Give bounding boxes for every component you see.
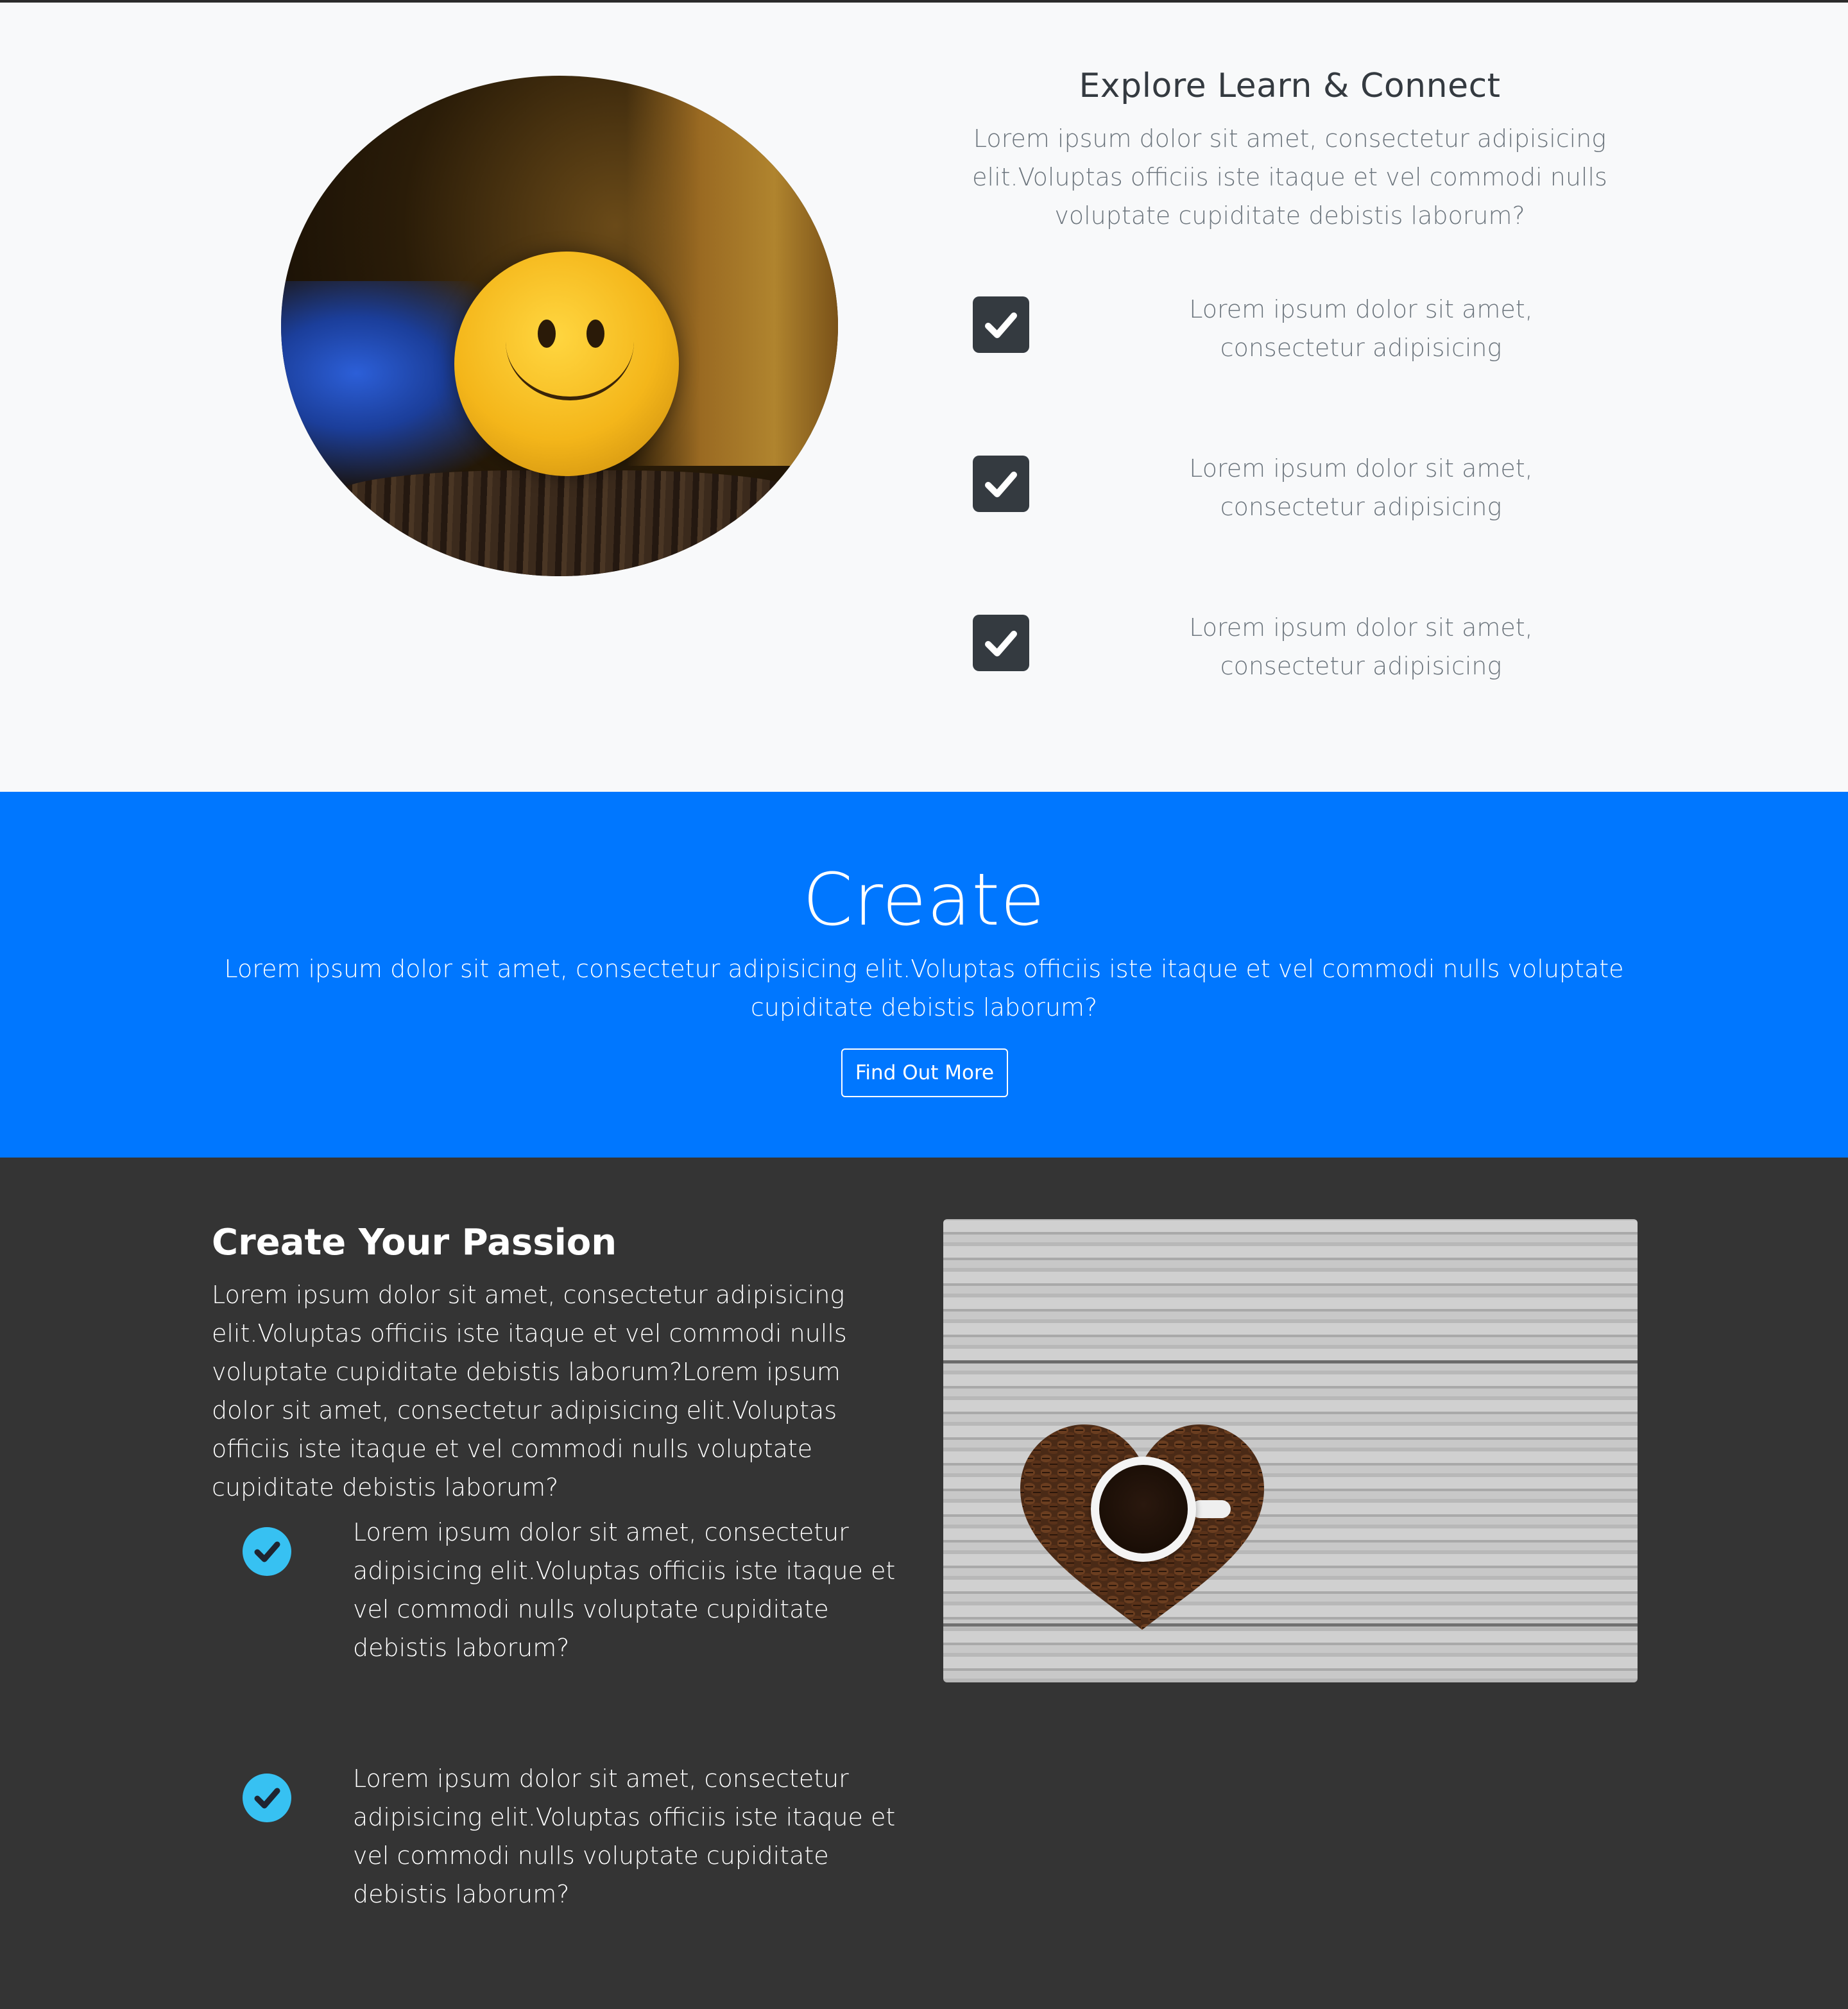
passion-item-text: Lorem ipsum dolor sit amet, consectetur … [353, 1518, 896, 1662]
coffee-heart-image [943, 1219, 1638, 1682]
explore-list-item: Lorem ipsum dolor sit amet, consectetur … [973, 454, 1640, 533]
explore-description: Lorem ipsum dolor sit amet, consectetur … [972, 124, 1607, 230]
create-title: Create [802, 859, 1046, 942]
find-out-more-button[interactable]: Find Out More [841, 1048, 1008, 1097]
create-section: Create Lorem ipsum dolor sit amet, conse… [0, 792, 1848, 1158]
explore-item-text: Lorem ipsum dolor sit amet, consectetur … [1189, 454, 1533, 521]
explore-list-item: Lorem ipsum dolor sit amet, consectetur … [973, 295, 1640, 373]
passion-title: Create Your Passion [212, 1222, 617, 1263]
passion-section: Create Your Passion Lorem ipsum dolor si… [0, 1158, 1848, 2009]
check-square-icon [973, 615, 1029, 671]
check-square-icon [973, 456, 1029, 512]
passion-description: Lorem ipsum dolor sit amet, consectetur … [212, 1281, 847, 1501]
explore-item-text: Lorem ipsum dolor sit amet, consectetur … [1189, 295, 1533, 362]
smiley-ball-image [281, 76, 838, 576]
passion-list-item: Lorem ipsum dolor sit amet, consectetur … [243, 1518, 910, 1694]
explore-section: Explore Learn & Connect Lorem ipsum dolo… [0, 0, 1848, 792]
passion-list-item: Lorem ipsum dolor sit amet, consectetur … [243, 1765, 910, 1940]
check-circle-icon [243, 1774, 291, 1822]
passion-item-text: Lorem ipsum dolor sit amet, consectetur … [353, 1765, 896, 1908]
create-description: Lorem ipsum dolor sit amet, consectetur … [224, 955, 1624, 1022]
check-circle-icon [243, 1527, 291, 1576]
explore-item-text: Lorem ipsum dolor sit amet, consectetur … [1189, 613, 1533, 680]
explore-list-item: Lorem ipsum dolor sit amet, consectetur … [973, 613, 1640, 692]
explore-title: Explore Learn & Connect [1079, 67, 1501, 105]
check-square-icon [973, 296, 1029, 353]
